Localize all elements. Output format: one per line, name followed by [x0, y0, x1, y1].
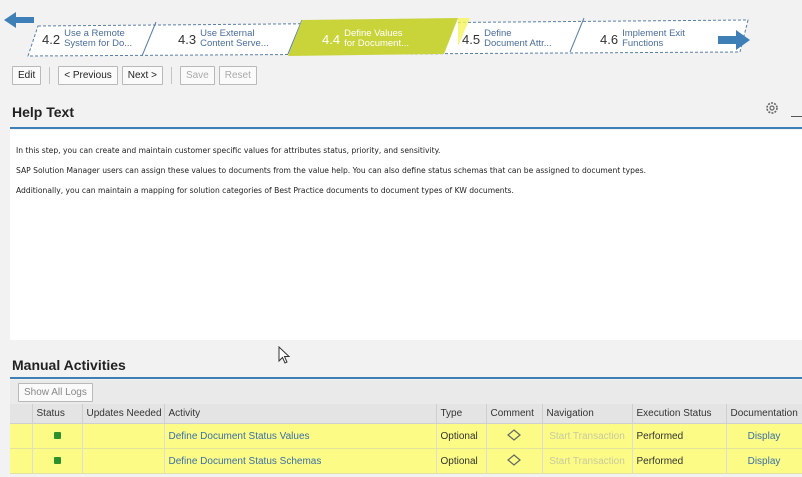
step-label: Use a Remote System for Do... — [64, 28, 133, 49]
table-row[interactable]: Define Document Status Schemas Optional … — [10, 448, 802, 474]
toolbar-separator — [170, 67, 172, 84]
manual-activities-table: Status Updates Needed Activity Type Comm… — [10, 404, 802, 474]
edit-button[interactable]: Edit — [12, 66, 42, 85]
save-button[interactable]: Save — [179, 66, 215, 85]
type-cell: Optional — [436, 448, 487, 474]
step-number: 4.3 — [178, 31, 197, 47]
comment-cell[interactable] — [486, 423, 543, 449]
show-all-logs-button[interactable]: Show All Logs — [18, 383, 93, 402]
column-header-selector — [10, 404, 33, 424]
type-cell: Optional — [436, 423, 487, 449]
display-link[interactable]: Display — [726, 423, 802, 449]
step-number: 4.4 — [322, 31, 341, 47]
table-header-row: Status Updates Needed Activity Type Comm… — [10, 404, 802, 424]
start-transaction-link[interactable]: Start Transaction — [542, 423, 633, 449]
roadmap-step-4-5[interactable]: 4.5 Define Document Attr... — [462, 26, 552, 52]
roadmap-next-arrow-icon[interactable] — [718, 30, 750, 52]
step-number: 4.6 — [600, 31, 619, 47]
row-selector[interactable] — [10, 448, 33, 474]
help-text-divider — [10, 127, 802, 129]
roadmap-step-4-3[interactable]: 4.3 Use External Content Serve... — [178, 26, 269, 52]
updates-needed-cell — [82, 448, 165, 474]
column-header-navigation[interactable]: Navigation — [542, 404, 633, 424]
manual-activities-divider — [10, 377, 802, 379]
roadmap-step-4-2[interactable]: 4.2 Use a Remote System for Do... — [42, 26, 132, 52]
step-number: 4.5 — [462, 31, 481, 47]
column-header-documentation[interactable]: Documentation — [726, 404, 802, 424]
step-label: Define Values for Document... — [344, 28, 410, 49]
toolbar: Edit < Previous Next > Save Reset — [12, 66, 257, 85]
updates-needed-cell — [82, 423, 165, 449]
roadmap: 4.2 Use a Remote System for Do... 4.3 Use… — [0, 0, 802, 60]
status-green-icon — [53, 456, 61, 464]
step-number: 4.2 — [42, 31, 61, 47]
manual-activities-toolbar: Show All Logs — [10, 380, 802, 404]
activity-cell[interactable]: Define Document Status Values — [164, 423, 437, 449]
gear-icon[interactable] — [765, 101, 779, 115]
roadmap-step-4-4[interactable]: 4.4 Define Values for Document... — [322, 26, 409, 52]
comment-cell[interactable] — [486, 448, 543, 474]
help-text-line: SAP Solution Manager users can assign th… — [16, 166, 647, 175]
status-cell — [32, 448, 83, 474]
roadmap-prev-arrow-icon[interactable] — [4, 12, 34, 32]
column-header-type[interactable]: Type — [436, 404, 487, 424]
toolbar-separator — [49, 67, 51, 84]
table-row[interactable]: Define Document Status Values Optional S… — [10, 423, 802, 449]
column-header-activity[interactable]: Activity — [164, 404, 437, 424]
execution-status-cell[interactable]: Performed — [632, 448, 727, 474]
help-text-title: Help Text — [12, 104, 74, 120]
comment-icon[interactable] — [507, 453, 521, 466]
mouse-cursor-icon — [278, 346, 290, 364]
display-link[interactable]: Display — [726, 448, 802, 474]
column-header-execution-status[interactable]: Execution Status — [632, 404, 727, 424]
start-transaction-link[interactable]: Start Transaction — [542, 448, 633, 474]
column-header-status[interactable]: Status — [32, 404, 83, 424]
reset-button[interactable]: Reset — [218, 66, 257, 85]
manual-activities-title: Manual Activities — [12, 357, 126, 373]
step-label: Define Document Attr... — [484, 28, 552, 49]
previous-button[interactable]: < Previous — [58, 66, 118, 85]
execution-status-cell[interactable]: Performed — [632, 423, 727, 449]
activity-cell[interactable]: Define Document Status Schemas — [164, 448, 437, 474]
roadmap-step-4-6[interactable]: 4.6 Implement Exit Functions — [600, 26, 685, 52]
help-text-body: In this step, you can create and maintai… — [10, 130, 802, 340]
help-text-line: In this step, you can create and maintai… — [16, 146, 441, 155]
status-cell — [32, 423, 83, 449]
row-selector[interactable] — [10, 423, 33, 449]
column-header-updates-needed[interactable]: Updates Needed — [82, 404, 165, 424]
step-label: Implement Exit Functions — [622, 28, 685, 49]
comment-icon[interactable] — [507, 428, 521, 441]
column-header-comment[interactable]: Comment — [486, 404, 543, 424]
status-green-icon — [53, 431, 61, 439]
step-label: Use External Content Serve... — [200, 28, 269, 49]
next-button[interactable]: Next > — [121, 66, 163, 85]
help-text-line: Additionally, you can maintain a mapping… — [16, 186, 514, 195]
minimize-icon[interactable] — [791, 116, 802, 117]
